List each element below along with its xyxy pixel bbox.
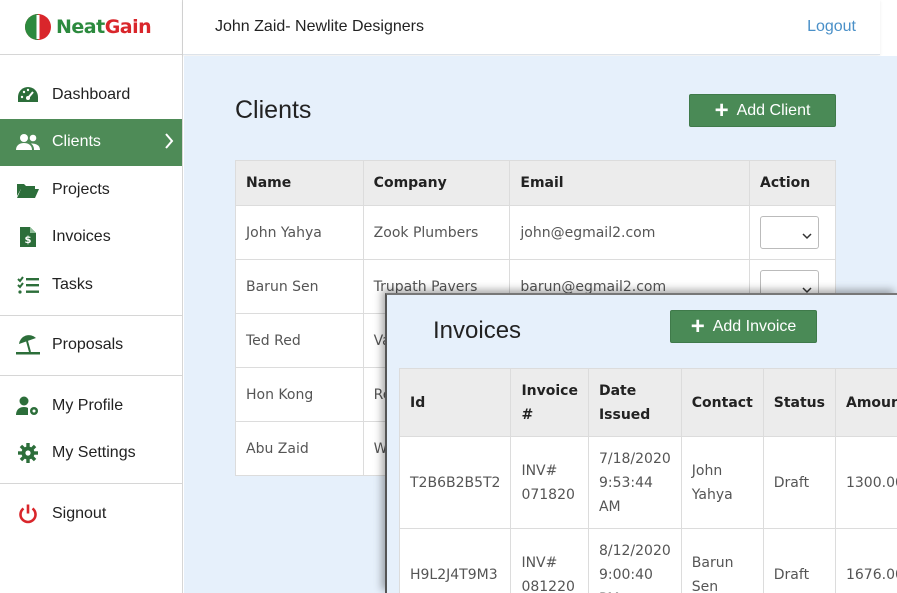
column-header-amount[interactable]: Amount bbox=[834, 368, 897, 437]
client-email: john@egmail2.com bbox=[509, 205, 750, 260]
logo-text: NeatGain bbox=[56, 16, 152, 38]
page-title: Clients bbox=[235, 96, 312, 124]
account-name: John Zaid- Newlite Designers bbox=[215, 18, 424, 35]
nav-group-signout: Signout bbox=[0, 484, 182, 544]
invoice-number: INV# 071820 bbox=[510, 436, 589, 529]
invoice-date: 8/12/2020 9:00:40 PM bbox=[587, 528, 682, 593]
column-header-name[interactable]: Name bbox=[235, 160, 364, 206]
nav-group-account: My Profile My Settings bbox=[0, 376, 182, 484]
add-invoice-button[interactable]: + Add Invoice bbox=[670, 310, 817, 343]
sidebar-item-label: Projects bbox=[52, 180, 110, 198]
umbrella-beach-icon bbox=[16, 334, 40, 356]
column-header-id[interactable]: Id bbox=[398, 368, 512, 437]
column-header-date-issued[interactable]: Date Issued bbox=[587, 368, 682, 437]
add-invoice-label: Add Invoice bbox=[712, 317, 797, 335]
sidebar-item-label: Signout bbox=[52, 504, 107, 522]
sidebar-item-label: Clients bbox=[52, 133, 101, 151]
top-bar: John Zaid- Newlite Designers Logout bbox=[183, 0, 880, 55]
table-row[interactable]: T2B6B2B5T2 INV# 071820 7/18/2020 9:53:44… bbox=[398, 436, 897, 529]
column-header-contact[interactable]: Contact bbox=[680, 368, 764, 437]
chevron-right-icon bbox=[164, 132, 174, 154]
users-icon bbox=[16, 131, 40, 153]
sidebar-item-my-settings[interactable]: My Settings bbox=[0, 430, 182, 478]
invoice-id: H9L2J4T9M3 bbox=[398, 528, 512, 593]
table-header-row: Id Invoice # Date Issued Contact Status … bbox=[398, 368, 897, 437]
client-company: Zook Plumbers bbox=[362, 205, 511, 260]
table-row[interactable]: H9L2J4T9M3 INV# 081220 8/12/2020 9:00:40… bbox=[398, 528, 897, 593]
user-cog-icon bbox=[16, 395, 40, 417]
chevron-down-icon bbox=[802, 228, 812, 244]
sidebar-item-proposals[interactable]: Proposals bbox=[0, 322, 182, 370]
client-name: John Yahya bbox=[235, 205, 364, 260]
folder-icon bbox=[16, 179, 40, 201]
sidebar-item-label: Invoices bbox=[52, 228, 111, 246]
table-row: John Yahya Zook Plumbers john@egmail2.co… bbox=[235, 205, 836, 260]
nav-group-main: Dashboard Clients Projects $ Invoices Ta… bbox=[0, 55, 182, 316]
invoice-status: Draft bbox=[762, 436, 836, 529]
action-select[interactable] bbox=[760, 216, 819, 249]
action-cell bbox=[749, 205, 836, 260]
sidebar-item-signout[interactable]: Signout bbox=[0, 490, 182, 538]
sidebar-item-label: Proposals bbox=[52, 336, 124, 354]
invoice-amount: 1300.00 bbox=[834, 436, 897, 529]
invoices-title: Invoices bbox=[433, 317, 522, 344]
logout-link[interactable]: Logout bbox=[807, 18, 856, 36]
column-header-invoice-number[interactable]: Invoice # bbox=[510, 368, 589, 437]
gear-icon bbox=[16, 442, 40, 464]
sidebar: NeatGain Dashboard Clients Projects $ In… bbox=[0, 0, 183, 593]
invoices-table: Id Invoice # Date Issued Contact Status … bbox=[398, 368, 897, 593]
plus-icon: + bbox=[714, 96, 729, 124]
logo-mark-icon bbox=[24, 13, 52, 41]
dashboard-icon bbox=[16, 84, 40, 106]
sidebar-item-label: My Profile bbox=[52, 396, 124, 414]
nav-group-proposals: Proposals bbox=[0, 316, 182, 376]
sidebar-item-my-profile[interactable]: My Profile bbox=[0, 382, 182, 430]
client-name: Hon Kong bbox=[235, 367, 364, 422]
add-client-label: Add Client bbox=[736, 101, 811, 119]
invoice-contact: Barun Sen bbox=[680, 528, 764, 593]
client-name: Abu Zaid bbox=[235, 421, 364, 476]
column-header-action: Action bbox=[749, 160, 836, 206]
invoice-icon: $ bbox=[16, 226, 40, 248]
invoice-number: INV# 081220 bbox=[510, 528, 589, 593]
tasks-icon bbox=[16, 274, 40, 296]
sidebar-item-clients[interactable]: Clients bbox=[0, 118, 182, 166]
invoice-contact: John Yahya bbox=[680, 436, 764, 529]
invoices-panel: Invoices + Add Invoice Id Invoice # Date… bbox=[385, 293, 897, 593]
invoice-id: T2B6B2B5T2 bbox=[398, 436, 512, 529]
table-header-row: Name Company Email Action bbox=[235, 160, 836, 206]
sidebar-item-invoices[interactable]: $ Invoices bbox=[0, 214, 182, 262]
sidebar-item-projects[interactable]: Projects bbox=[0, 166, 182, 214]
power-icon bbox=[16, 503, 40, 525]
client-name: Ted Red bbox=[235, 313, 364, 368]
plus-icon: + bbox=[690, 312, 705, 340]
sidebar-item-dashboard[interactable]: Dashboard bbox=[0, 71, 182, 119]
invoice-status: Draft bbox=[762, 528, 836, 593]
sidebar-item-label: Tasks bbox=[52, 275, 93, 293]
sidebar-item-label: Dashboard bbox=[52, 85, 131, 103]
svg-text:$: $ bbox=[25, 235, 32, 246]
column-header-email[interactable]: Email bbox=[509, 160, 750, 206]
column-header-status[interactable]: Status bbox=[762, 368, 836, 437]
sidebar-item-tasks[interactable]: Tasks bbox=[0, 261, 182, 309]
sidebar-item-label: My Settings bbox=[52, 444, 136, 462]
add-client-button[interactable]: + Add Client bbox=[689, 94, 836, 127]
column-header-company[interactable]: Company bbox=[362, 160, 511, 206]
brand-logo[interactable]: NeatGain bbox=[0, 0, 182, 55]
client-name: Barun Sen bbox=[235, 259, 364, 314]
invoice-date: 7/18/2020 9:53:44 AM bbox=[587, 436, 682, 529]
invoice-amount: 1676.00 bbox=[834, 528, 897, 593]
